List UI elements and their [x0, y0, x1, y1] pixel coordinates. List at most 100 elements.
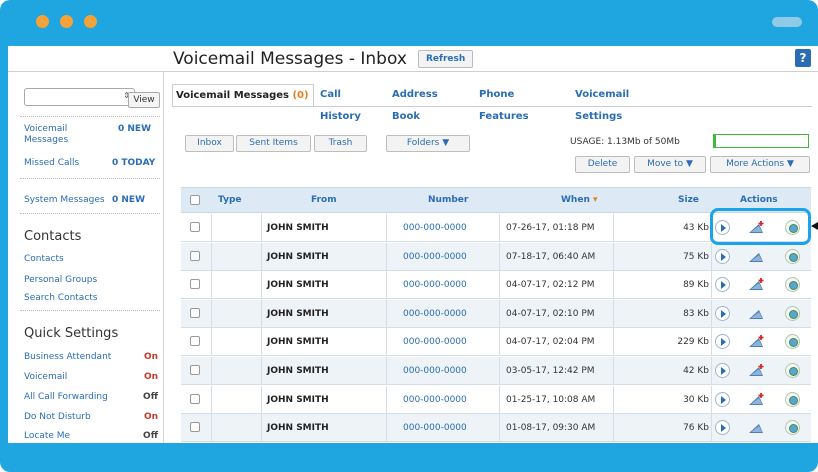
forward-voicemail-icon[interactable]	[748, 363, 766, 379]
trash-button[interactable]: Trash	[314, 135, 367, 152]
save-to-computer-icon[interactable]	[785, 420, 800, 436]
row-checkbox[interactable]	[190, 393, 200, 404]
row-checkbox[interactable]	[190, 222, 200, 232]
forward-voicemail-icon[interactable]	[748, 249, 766, 265]
folders-dropdown[interactable]: Folders ▼	[386, 135, 470, 152]
table-row[interactable]: JOHN SMITH 000-000-0000 07-18-17, 06:40 AM…	[181, 242, 811, 271]
play-icon[interactable]	[715, 305, 730, 321]
message-number[interactable]: 000-000-0000	[403, 395, 467, 405]
play-icon[interactable]	[715, 420, 730, 436]
table-row[interactable]: JOHN SMITH 000-000-0000 01-08-17, 09:30 AM…	[181, 414, 811, 443]
play-icon[interactable]	[715, 334, 730, 350]
message-number[interactable]: 000-000-0000	[403, 252, 467, 262]
sidebar-personal-groups-link[interactable]: Personal Groups	[24, 275, 97, 285]
view-button[interactable]: View	[128, 92, 160, 108]
message-number[interactable]: 000-000-0000	[403, 337, 467, 347]
row-checkbox[interactable]	[190, 307, 200, 318]
window-pill-icon	[772, 17, 802, 27]
play-icon[interactable]	[715, 391, 730, 407]
forward-voicemail-icon[interactable]	[748, 334, 766, 350]
quick-setting-state[interactable]: Off	[136, 392, 158, 402]
quick-setting-do-not-disturb[interactable]: Do Not Disturb	[24, 412, 91, 422]
play-icon[interactable]	[715, 277, 730, 293]
save-to-computer-icon[interactable]	[785, 391, 800, 407]
inbox-button[interactable]: Inbox	[185, 135, 234, 152]
tab-address-book[interactable]: Address Book	[389, 84, 441, 122]
message-number[interactable]: 000-000-0000	[403, 223, 467, 233]
message-number[interactable]: 000-000-0000	[403, 309, 467, 319]
quick-setting-voicemail[interactable]: Voicemail	[24, 372, 67, 382]
tab-voicemail-messages[interactable]: Voicemail Messages (0)	[172, 84, 314, 106]
quick-setting-state[interactable]: On	[136, 372, 158, 382]
help-button[interactable]: ?	[795, 49, 811, 67]
sidebar-missed-calls-count: 0 TODAY	[112, 158, 156, 168]
column-divider	[711, 357, 712, 385]
forward-voicemail-icon[interactable]	[748, 306, 766, 322]
window-minimize-dot-icon[interactable]	[60, 15, 73, 28]
column-from[interactable]: From	[311, 195, 337, 205]
forward-voicemail-icon[interactable]	[748, 392, 766, 408]
quick-setting-state[interactable]: Off	[136, 431, 158, 441]
message-number[interactable]: 000-000-0000	[403, 366, 467, 376]
table-row[interactable]: JOHN SMITH 000-000-0000 01-25-17, 10:08 AM…	[181, 385, 811, 414]
column-when[interactable]: When ▾	[561, 195, 598, 205]
sidebar-voicemail-link[interactable]: Voicemail Messages	[24, 124, 104, 146]
view-select[interactable]: ⇕	[24, 88, 135, 106]
sent-items-button[interactable]: Sent Items	[236, 135, 311, 152]
save-to-computer-icon[interactable]	[785, 277, 800, 293]
more-actions-dropdown[interactable]: More Actions ▼	[710, 156, 810, 173]
row-checkbox[interactable]	[190, 365, 200, 375]
quick-setting-business-attendant[interactable]: Business Attendant	[24, 352, 111, 362]
message-number[interactable]: 000-000-0000	[403, 423, 467, 433]
play-icon[interactable]	[715, 248, 730, 264]
column-divider	[711, 414, 712, 443]
delete-button[interactable]: Delete	[575, 156, 630, 173]
column-divider	[499, 271, 500, 300]
sidebar-system-messages-link[interactable]: System Messages	[24, 195, 105, 205]
sidebar-missed-calls-link[interactable]: Missed Calls	[24, 158, 79, 168]
column-divider	[499, 385, 500, 414]
tab-call-history[interactable]: Call History	[317, 84, 364, 122]
column-divider	[499, 242, 500, 271]
message-date: 04-07-17, 02:10 PM	[506, 308, 595, 319]
tab-phone-features[interactable]: Phone Features	[476, 84, 532, 122]
save-to-computer-icon[interactable]	[785, 363, 800, 378]
sidebar-divider	[20, 116, 160, 117]
quick-setting-all-call-forwarding[interactable]: All Call Forwarding	[24, 392, 108, 402]
save-to-computer-icon[interactable]	[785, 334, 800, 350]
forward-voicemail-icon[interactable]	[748, 420, 766, 436]
message-number[interactable]: 000-000-0000	[403, 280, 467, 290]
save-to-computer-icon[interactable]	[785, 305, 800, 321]
tab-voicemail-settings[interactable]: Voicemail Settings	[572, 84, 632, 122]
table-row[interactable]: JOHN SMITH 000-000-0000 04-07-17, 02:04 PM…	[181, 328, 811, 357]
table-row[interactable]: JOHN SMITH 000-000-0000 03-05-17, 12:42 PM…	[181, 357, 811, 385]
move-to-dropdown[interactable]: Move to ▼	[634, 156, 706, 173]
row-checkbox[interactable]	[190, 250, 200, 261]
play-icon[interactable]	[715, 363, 730, 378]
sidebar-search-contacts-link[interactable]: Search Contacts	[24, 293, 98, 303]
select-all-checkbox[interactable]	[190, 195, 200, 205]
table-row[interactable]: JOHN SMITH 000-000-0000 04-07-17, 02:12 PM…	[181, 271, 811, 300]
tabs-divider	[172, 106, 812, 107]
refresh-button[interactable]: Refresh	[418, 50, 474, 68]
save-to-computer-icon[interactable]	[785, 248, 800, 264]
window-close-dot-icon[interactable]	[36, 15, 49, 28]
quick-setting-locate-me[interactable]: Locate Me	[24, 431, 70, 441]
row-checkbox[interactable]	[190, 422, 200, 433]
row-checkbox[interactable]	[190, 279, 200, 290]
message-from: JOHN SMITH	[267, 366, 329, 376]
message-date: 04-07-17, 02:04 PM	[506, 337, 595, 348]
column-divider	[613, 328, 614, 357]
column-number[interactable]: Number	[428, 195, 468, 205]
window-zoom-dot-icon[interactable]	[84, 15, 97, 28]
column-type[interactable]: Type	[218, 195, 241, 205]
forward-voicemail-icon[interactable]	[748, 277, 766, 293]
message-size: 43 Kb	[683, 223, 709, 233]
quick-setting-state[interactable]: On	[136, 412, 158, 422]
table-row[interactable]: JOHN SMITH 000-000-0000 04-07-17, 02:10 PM…	[181, 299, 811, 328]
sidebar-contacts-link[interactable]: Contacts	[24, 254, 64, 264]
column-size[interactable]: Size	[678, 195, 699, 205]
row-checkbox[interactable]	[190, 336, 200, 347]
column-divider	[499, 414, 500, 443]
quick-setting-state[interactable]: On	[136, 352, 158, 362]
